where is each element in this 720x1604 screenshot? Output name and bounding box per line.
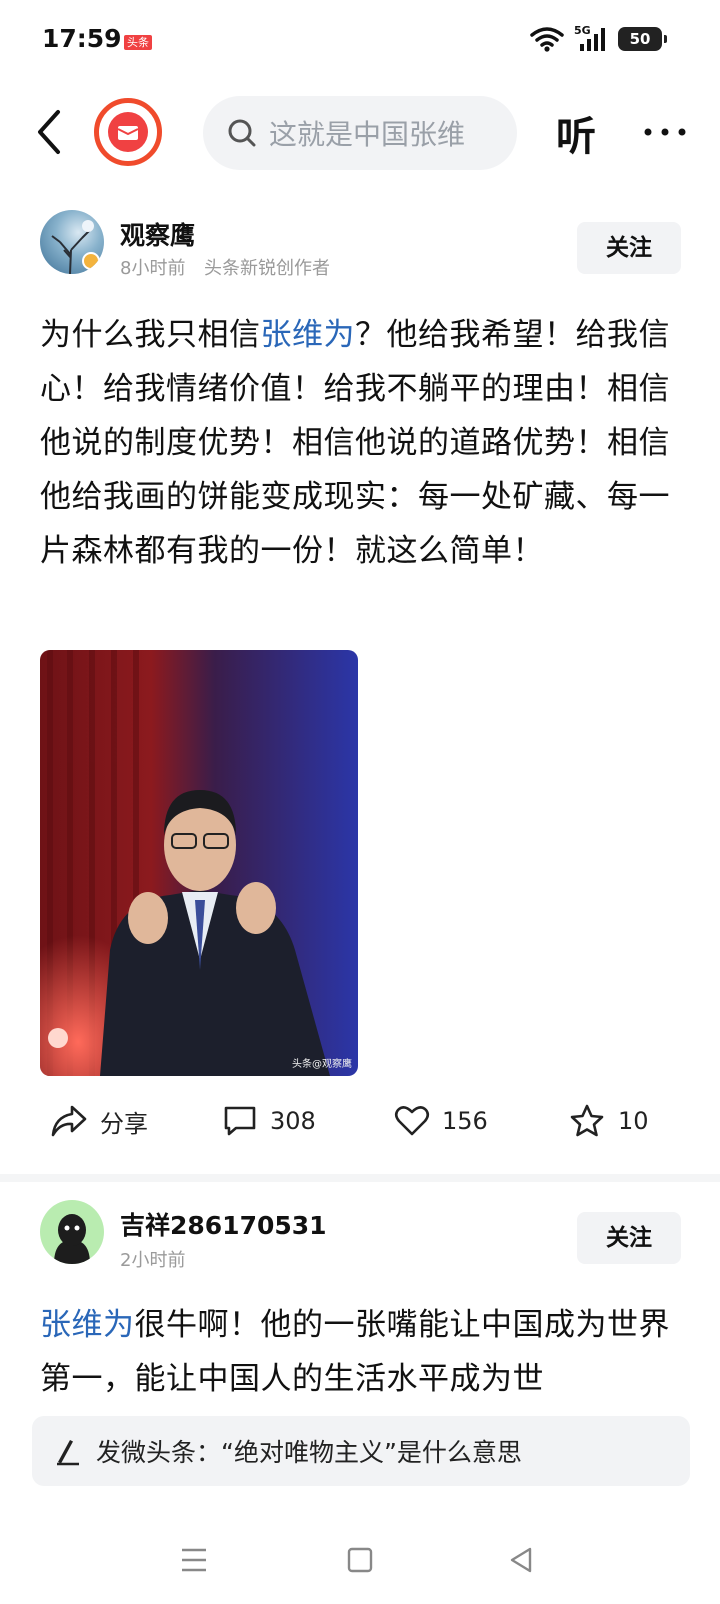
avatar[interactable] <box>40 1200 104 1264</box>
envelope-icon <box>117 126 139 140</box>
default-avatar-image <box>54 1214 90 1264</box>
search-placeholder: 这就是中国张维 <box>269 118 466 151</box>
author-name[interactable]: 吉祥286170531 <box>120 1206 327 1242</box>
menu-button[interactable] <box>172 1538 216 1582</box>
heart-icon <box>394 1106 430 1136</box>
post-photo[interactable]: 头条@观察鹰 <box>40 650 358 1076</box>
status-bar: 17:59 头条 5G 50 <box>0 0 720 80</box>
signal-icon: 5G <box>574 24 608 52</box>
pen-icon <box>57 1440 79 1466</box>
back-nav-button[interactable] <box>500 1538 544 1582</box>
share-button[interactable]: 分享 <box>50 1096 148 1146</box>
battery-icon: 50 <box>618 27 667 51</box>
top-header: 这就是中国张维 听 <box>0 92 720 172</box>
square-icon <box>347 1547 373 1573</box>
share-label: 分享 <box>100 1109 148 1138</box>
post-text-pre: 为什么我只相信 <box>40 317 261 353</box>
search-icon <box>228 119 256 147</box>
feed-divider <box>0 1174 720 1182</box>
search-input[interactable]: 这就是中国张维 <box>203 96 517 170</box>
post-time: 8小时前 <box>120 258 186 279</box>
chevron-left-icon <box>38 110 60 154</box>
speaker-photo <box>40 650 358 1076</box>
post-text-post: 很牛啊！他的一张嘴能让中国成为世界第一，能让中国人的生活水平成为世 <box>40 1307 670 1397</box>
topic-link[interactable]: 张维为 <box>40 1307 135 1343</box>
follow-button[interactable]: 关注 <box>577 222 681 274</box>
comment-button[interactable]: 308 <box>222 1096 316 1146</box>
favorite-button[interactable]: 10 <box>568 1096 649 1146</box>
system-nav-bar <box>0 1530 720 1590</box>
post-time: 2小时前 <box>120 1250 186 1271</box>
star-icon <box>570 1104 604 1137</box>
verified-badge <box>82 252 100 270</box>
toutiao-logo[interactable] <box>94 98 162 166</box>
wifi-icon <box>530 27 564 52</box>
post-body: 为什么我只相信张维为？他给我希望！给我信心！给我情绪价值！给我不躺平的理由！相信… <box>40 308 680 632</box>
author-tag: 头条新锐创作者 <box>204 258 330 279</box>
avatar[interactable] <box>40 210 104 274</box>
like-button[interactable]: 156 <box>394 1096 488 1146</box>
author-name[interactable]: 观察鹰 <box>120 216 195 252</box>
like-count: 156 <box>442 1107 488 1135</box>
favorite-count: 10 <box>618 1107 649 1135</box>
triangle-back-icon <box>510 1547 532 1573</box>
more-button[interactable] <box>640 110 690 154</box>
publish-prompt: 发微头条：“绝对唯物主义”是什么意思 <box>96 1438 522 1467</box>
logo-inner <box>108 112 148 152</box>
follow-button[interactable]: 关注 <box>577 1212 681 1264</box>
photo-watermark: 头条@观察鹰 <box>292 1059 352 1070</box>
comment-count: 308 <box>270 1107 316 1135</box>
publish-post-bar[interactable]: 发微头条：“绝对唯物主义”是什么意思 <box>32 1416 690 1486</box>
more-dots-icon <box>644 128 686 136</box>
status-icons: 5G 50 <box>530 24 667 52</box>
comment-icon <box>224 1106 256 1136</box>
share-icon <box>51 1105 87 1137</box>
post-actions: 分享 308 156 10 <box>0 1096 720 1146</box>
menu-icon <box>182 1548 206 1572</box>
topic-link[interactable]: 张维为 <box>261 317 356 353</box>
post-text-post: ？他给我希望！给我信心！给我情绪价值！给我不躺平的理由！相信他说的制度优势！相信… <box>40 317 670 569</box>
status-time: 17:59 <box>42 24 122 53</box>
home-button[interactable] <box>338 1538 382 1582</box>
listen-button[interactable]: 听 <box>556 104 596 162</box>
toutiao-badge: 头条 <box>124 35 152 50</box>
post-body: 张维为很牛啊！他的一张嘴能让中国成为世界第一，能让中国人的生活水平成为世 <box>40 1298 680 1406</box>
back-button[interactable] <box>28 106 72 158</box>
